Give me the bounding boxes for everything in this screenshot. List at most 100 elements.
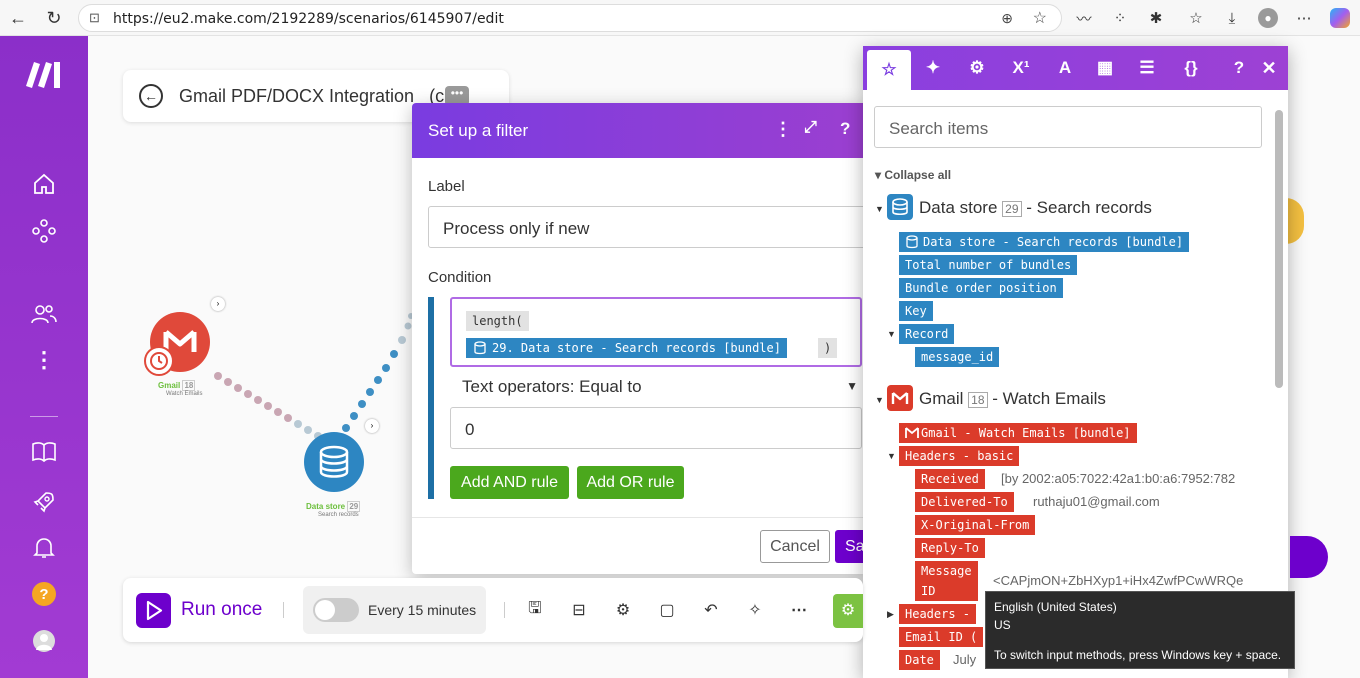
home-icon[interactable] [30,170,58,198]
datastore-module-node[interactable] [304,432,364,492]
address-bar[interactable]: ⊡ https://eu2.make.com/2192289/scenarios… [78,4,1062,32]
date-item[interactable]: Date [899,650,940,670]
reload-icon[interactable]: ↻ [42,6,66,30]
datastore-collapse-caret[interactable]: ▼ [875,204,884,214]
bundle-chip[interactable]: 29. Data store - Search records [bundle] [466,338,787,358]
date-functions-tab-icon[interactable]: ▦ [1083,46,1127,90]
make-logo[interactable] [24,56,68,90]
datastore-node-menu[interactable]: › [365,419,379,433]
close-paren-chip[interactable]: ) [818,338,838,358]
json-tab-icon[interactable]: {} [1169,46,1213,90]
extension-dots-icon[interactable]: ⁘ [1110,8,1130,28]
gmail-bundle-item[interactable]: Gmail - Watch Emails [bundle] [899,423,1137,443]
label-input[interactable]: Process only if new [428,206,867,248]
delivered-to-item[interactable]: Delivered-To [915,492,1014,512]
scenarios-icon[interactable] [30,217,58,245]
label-caption: Label [428,178,465,195]
email-id-item[interactable]: Email ID ( [899,627,984,647]
mapping-tabs: ☆ ✦ ⚙ X¹ A ▦ ☰ {} ? ✕ [863,46,1288,90]
downloads-icon[interactable]: ⤓ [1222,8,1242,28]
headers-other-item[interactable]: Headers - [899,604,977,624]
back-arrow-icon[interactable]: ← [139,84,163,108]
save-icon[interactable]: 🖫 [525,600,545,620]
add-or-rule-button[interactable]: Add OR rule [577,466,684,499]
cancel-button[interactable]: Cancel [760,530,830,563]
user-avatar[interactable] [33,630,55,652]
settings-gear-icon[interactable]: ⚙ [613,600,633,620]
mapping-panel: ☆ ✦ ⚙ X¹ A ▦ ☰ {} ? ✕ Search items ▾ Col… [863,46,1288,678]
run-once-play-icon[interactable] [136,593,171,628]
operator-select-value: Text operators: Equal to [462,377,642,396]
math-functions-tab-icon[interactable]: X¹ [999,46,1043,90]
total-bundles-item[interactable]: Total number of bundles [899,255,1078,275]
record-item[interactable]: Record [899,324,955,344]
team-icon[interactable] [30,300,58,328]
notes-icon[interactable]: ▢ [657,600,677,620]
gmail-module-title[interactable]: Gmail 18 - Watch Emails [919,389,1106,409]
expand-icon[interactable]: ⤢ [804,119,817,137]
add-and-rule-button[interactable]: Add AND rule [450,466,569,499]
filter-more-icon[interactable]: ⋮ [774,119,792,140]
bundle-position-item[interactable]: Bundle order position [899,278,1063,298]
copilot-icon[interactable] [1330,8,1350,28]
schedule-toggle[interactable] [313,598,359,622]
record-collapse-caret[interactable]: ▼ [887,329,896,339]
favorites-tab-icon[interactable]: ☆ [867,50,911,90]
message-id-header-item[interactable]: Message ID [915,561,978,601]
extensions-puzzle-icon[interactable]: ✱ [1146,8,1166,28]
filter-help-icon[interactable]: ? [840,119,850,139]
x-original-from-item[interactable]: X-Original-From [915,515,1036,535]
more-vertical-icon[interactable]: ⋮ [30,346,58,374]
search-items-input[interactable]: Search items [874,106,1262,148]
datastore-module-title[interactable]: Data store 29 - Search records [919,198,1152,218]
headers-other-caret[interactable]: ▶ [887,609,894,620]
message-id-item[interactable]: message_id [915,347,1000,367]
more-options-icon[interactable]: ⋯ [789,600,809,620]
operator-select[interactable]: Text operators: Equal to ▼ [462,375,862,399]
compare-value-input[interactable]: 0 [450,407,862,449]
schedule-text[interactable]: Every 15 minutes [368,602,476,618]
more-menu-icon[interactable]: ⋯ [1294,8,1314,28]
back-icon[interactable]: ← [6,6,30,30]
compare-value-text: 0 [465,420,475,439]
gmail-collapse-caret[interactable]: ▼ [875,395,884,405]
favorites-icon[interactable]: ☆ [1186,8,1206,28]
text-functions-tab-icon[interactable]: A [1043,46,1087,90]
ai-tab-icon[interactable]: ✦ [911,46,955,90]
rocket-icon[interactable] [30,488,58,516]
notifications-bell-icon[interactable] [30,534,58,562]
ai-assistant-gear-icon[interactable]: ⚙ [833,594,863,628]
collapse-all-label: Collapse all [884,168,952,182]
docs-book-icon[interactable] [30,438,58,466]
auto-align-icon[interactable]: ⊟ [569,600,589,620]
scenario-title[interactable]: Gmail PDF/DOCX Integration (c [179,86,444,107]
clock-trigger-icon[interactable] [144,346,174,376]
undo-icon[interactable]: ↶ [701,600,721,620]
profile-avatar-icon[interactable]: ● [1258,8,1278,28]
chevron-down-icon: ▼ [846,379,858,393]
gmail-node-menu[interactable]: › [211,297,225,311]
general-functions-tab-icon[interactable]: ⚙ [955,46,999,90]
datastore-bundle-item[interactable]: Data store - Search records [bundle] [899,232,1190,252]
collapse-all-toggle[interactable]: ▾ Collapse all [875,168,951,182]
sidebar-divider [30,416,58,417]
magic-wand-icon[interactable]: ✧ [745,600,765,620]
length-function-chip[interactable]: length( [466,311,529,331]
input-method-tooltip: English (United States) US To switch inp… [985,591,1295,669]
reply-to-item[interactable]: Reply-To [915,538,985,558]
picker-scrollbar[interactable] [1275,110,1283,388]
favorite-star-icon[interactable]: ☆ [1033,8,1047,28]
help-icon[interactable]: ? [32,582,56,606]
filter-dialog-title: Set up a filter [428,121,529,140]
headers-basic-item[interactable]: Headers - basic [899,446,1020,466]
headers-basic-caret[interactable]: ▼ [887,451,896,461]
picker-close-icon[interactable]: ✕ [1247,46,1288,90]
condition-operand-input[interactable]: length( 29. Data store - Search records … [450,297,862,367]
extension-icon[interactable]: 〰 [1074,8,1094,28]
zoom-icon[interactable]: ⊕ [1001,10,1013,27]
run-once-button[interactable]: Run once [181,599,262,621]
key-item[interactable]: Key [899,301,933,321]
received-item[interactable]: Received [915,469,985,489]
array-functions-tab-icon[interactable]: ☰ [1125,46,1169,90]
site-info-icon[interactable]: ⊡ [89,10,100,26]
